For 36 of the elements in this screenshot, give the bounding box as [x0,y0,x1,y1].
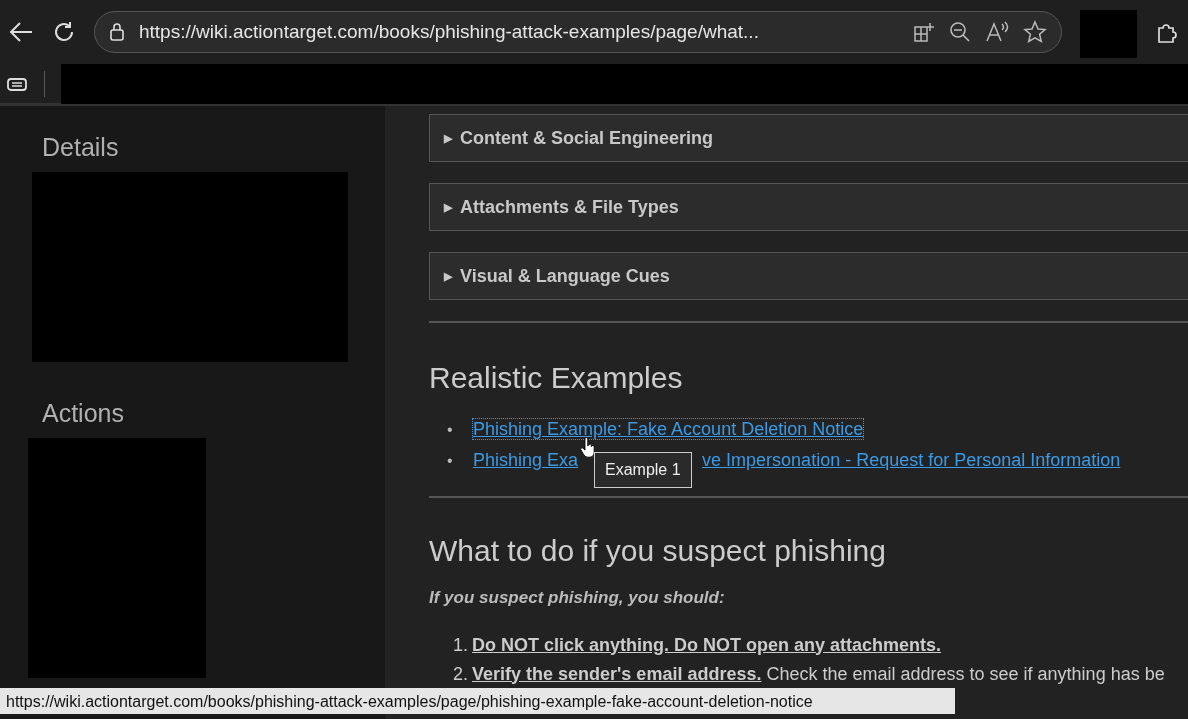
section-heading: Realistic Examples [429,360,684,396]
step-number: 2. [453,663,468,684]
example-link[interactable]: Phishing Example: Fake Account Deletion Notice [473,419,864,439]
apps-icon[interactable] [913,21,935,43]
accordion-header[interactable]: ▶ Visual & Language Cues [429,252,1188,300]
intro-text: If you suspect phishing, you should: [429,587,726,609]
zoom-out-icon[interactable] [949,21,971,43]
sidebar-heading: Actions [42,398,125,428]
step-text: Verify the sender's email address. Check the email address to see if anything has be [472,663,1165,684]
lock-icon[interactable] [109,23,125,41]
url-text: https://wiki.actiontarget.com/books/phishing-attack-examples/page/what... [139,19,760,44]
example-link[interactable]: ve Impersonation - Request for Personal Information [702,450,1121,470]
status-bar-url: https://wiki.actiontarget.com/books/phishing-attack-examples/page/phishing-example-fake-account-deletion-notice [0,688,955,714]
example-link[interactable]: Phishing Exa [473,450,579,470]
hand-cursor-icon [580,437,597,459]
read-aloud-icon[interactable] [985,21,1009,43]
caret-icon: ▶ [444,129,452,147]
bullet: • [447,420,454,440]
accordion-label: Attachments & File Types [460,195,679,219]
caret-icon: ▶ [444,267,452,285]
caret-icon: ▶ [444,198,452,216]
redaction-block [1080,10,1137,58]
back-icon[interactable] [8,21,34,43]
address-bar[interactable]: https://wiki.actiontarget.com/books/phishing-attack-examples/page/what... [94,11,1062,53]
accordion-header[interactable]: ▶ Content & Social Engineering [429,114,1188,162]
bullet: • [447,451,454,471]
star-icon[interactable] [1023,20,1047,44]
refresh-icon[interactable] [52,20,76,44]
step-text: Do NOT click anything. Do NOT open any attachments. [472,634,942,655]
step-number: 1. [453,634,468,655]
section-heading: What to do if you suspect phishing [429,533,887,569]
accordion-header[interactable]: ▶ Attachments & File Types [429,183,1188,231]
accordion-label: Visual & Language Cues [460,264,670,288]
sidebar-heading: Details [42,132,120,162]
tooltip: Example 1 [594,452,692,488]
accordion-label: Content & Social Engineering [460,126,714,150]
